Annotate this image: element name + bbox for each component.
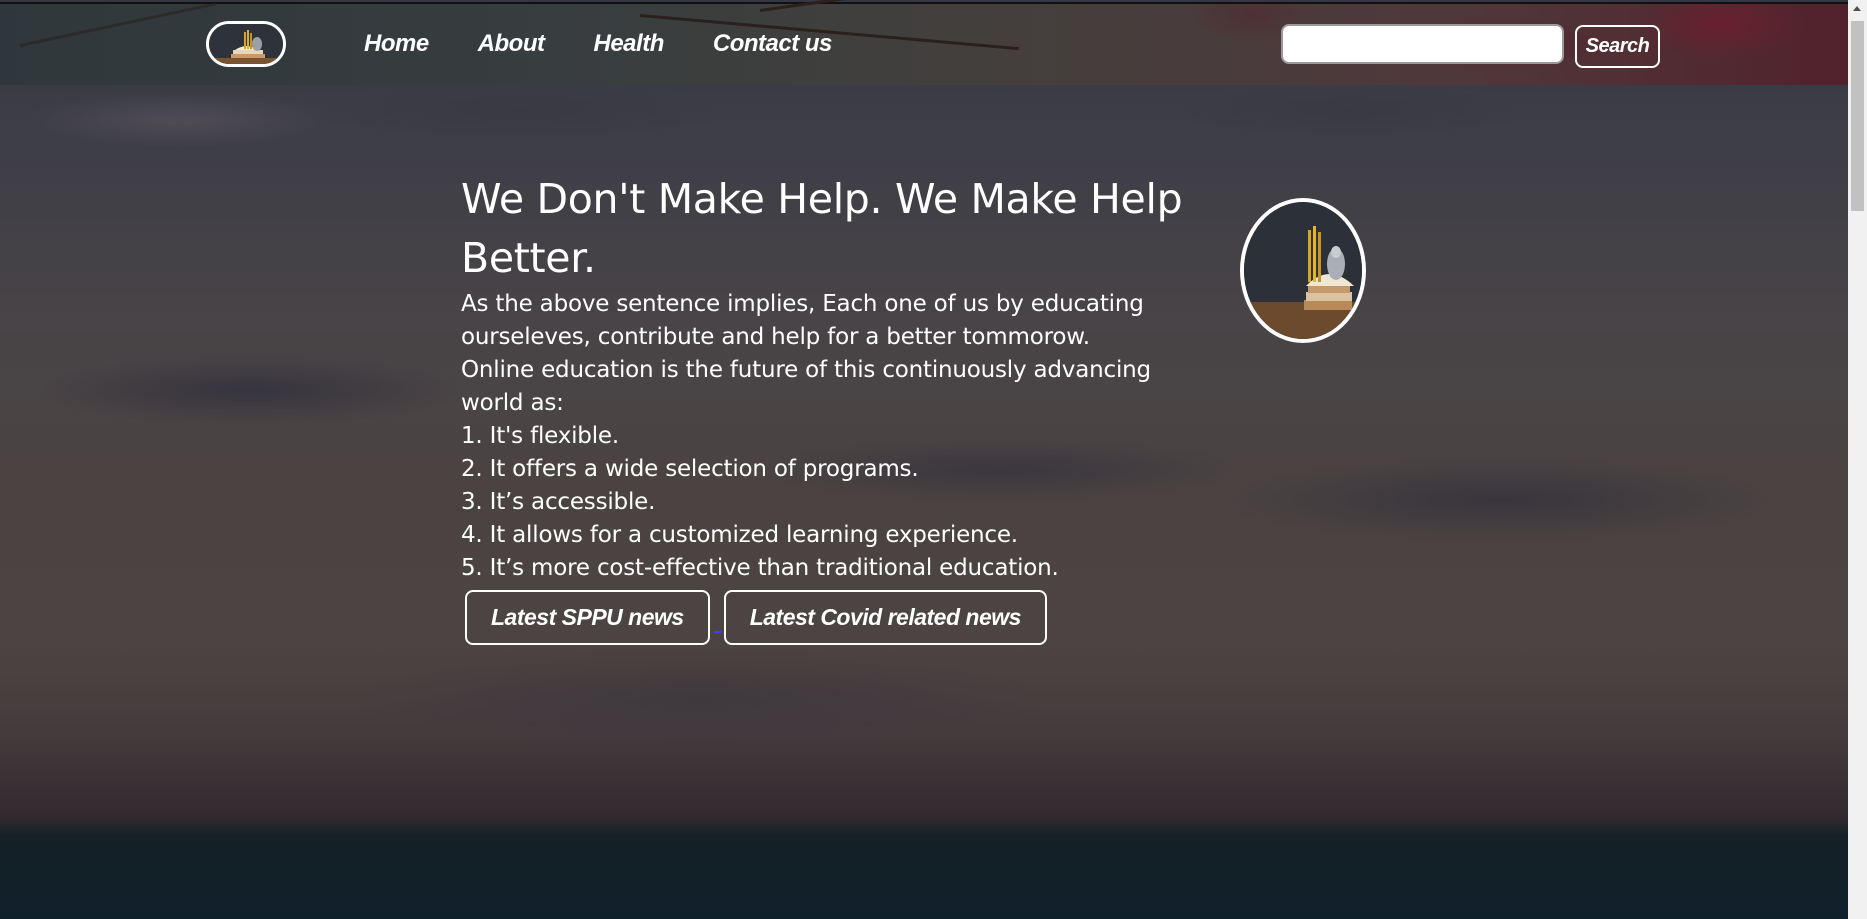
list-item: 2. It offers a wide selection of program… bbox=[461, 456, 919, 482]
nav-contact-link[interactable]: Contact us bbox=[713, 30, 833, 58]
news-buttons: Latest SPPU news Latest Covid related ne… bbox=[465, 590, 1047, 645]
search-input[interactable] bbox=[1281, 24, 1564, 64]
education-image bbox=[1240, 198, 1366, 343]
books-logo-icon bbox=[209, 24, 283, 64]
branch-decoration bbox=[759, 0, 939, 12]
navbar: Home About Health Contact us Search bbox=[0, 0, 1848, 85]
link-underline-gap bbox=[713, 631, 722, 633]
hero-title: We Don't Make Help. We Make Help Better. bbox=[461, 175, 1183, 282]
list-item: 4. It allows for a customized learning e… bbox=[461, 522, 1018, 548]
nav-about-link[interactable]: About bbox=[478, 30, 545, 58]
search-button[interactable]: Search bbox=[1575, 25, 1660, 68]
books-image-icon bbox=[1244, 202, 1362, 339]
hero-intro: As the above sentence implies, Each one … bbox=[461, 291, 1144, 350]
vertical-scrollbar[interactable] bbox=[1848, 0, 1867, 919]
scrollbar-thumb[interactable] bbox=[1851, 21, 1864, 211]
logo-home-link[interactable] bbox=[206, 21, 286, 67]
main-nav: Home About Health Contact us bbox=[364, 30, 881, 58]
covid-news-button[interactable]: Latest Covid related news bbox=[723, 590, 1047, 645]
scroll-up-arrow-icon[interactable] bbox=[1853, 6, 1861, 11]
hero-lead: Online education is the future of this c… bbox=[461, 357, 1151, 416]
sppu-news-button[interactable]: Latest SPPU news bbox=[465, 590, 710, 645]
list-item: 1. It's flexible. bbox=[461, 423, 619, 449]
benefits-list: 1. It's flexible. 2. It offers a wide se… bbox=[461, 420, 1211, 585]
nav-home-link[interactable]: Home bbox=[364, 30, 429, 58]
branch-decoration bbox=[19, 2, 216, 47]
list-item: 3. It’s accessible. bbox=[461, 489, 656, 515]
list-item: 5. It’s more cost-effective than traditi… bbox=[461, 555, 1059, 581]
hero-section: We Don't Make Help. We Make Help Better.… bbox=[461, 170, 1211, 585]
nav-health-link[interactable]: Health bbox=[594, 30, 665, 58]
